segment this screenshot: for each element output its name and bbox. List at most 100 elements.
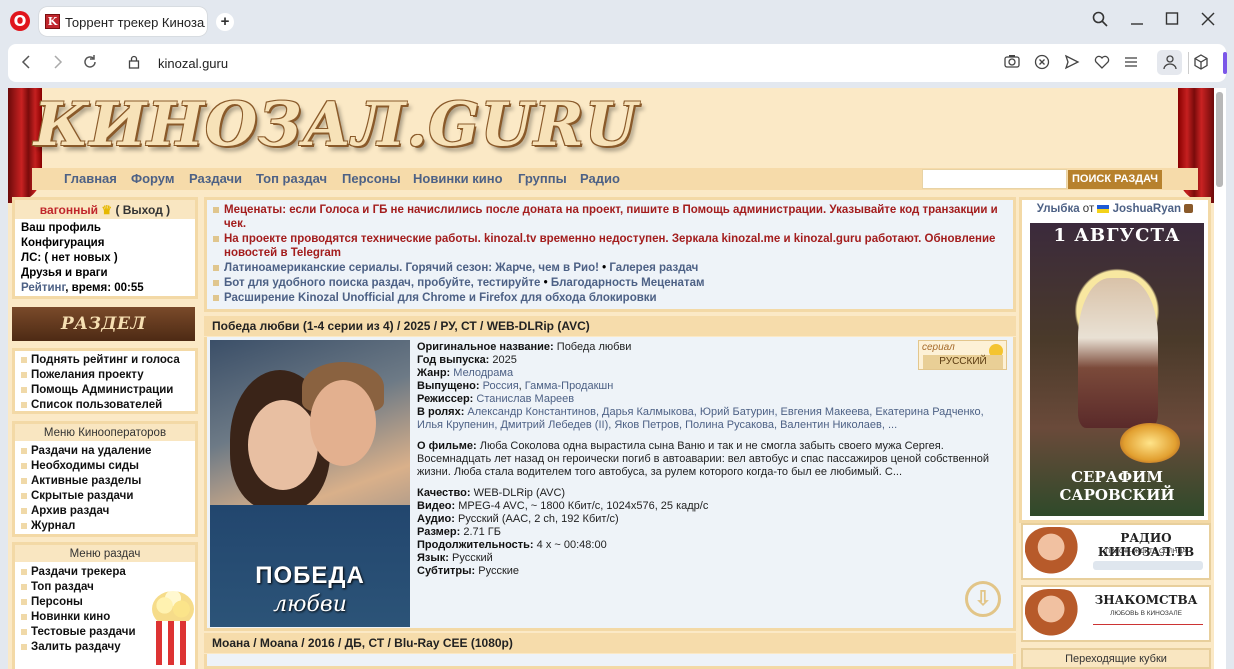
operators-item[interactable]: Скрытые раздачи (21, 489, 189, 504)
rating-link[interactable]: Рейтинг (21, 282, 65, 294)
notice-gallery-link[interactable]: Галерея раздач (609, 262, 698, 274)
logout-link[interactable]: ( Выход ) (115, 203, 170, 217)
operators-item[interactable]: Активные разделы (21, 474, 189, 489)
patron-link-wishes[interactable]: Пожелания проекту (21, 368, 189, 383)
series-badge: сериал РУССКИЙ (918, 340, 1007, 370)
field-label: О фильме: (417, 440, 477, 452)
scrollbar-thumb[interactable] (1216, 92, 1223, 187)
profile-link[interactable]: Ваш профиль (21, 221, 189, 236)
notice-bot-link[interactable]: Бот для удобного поиска раздач, пробуйте… (224, 277, 540, 289)
menu-new-movies[interactable]: Новинки кино (413, 171, 503, 186)
maximize-icon[interactable] (1161, 11, 1183, 32)
config-link[interactable]: Конфигурация (21, 236, 189, 251)
notice-maintenance[interactable]: На проекте проводятся технические работы… (213, 232, 1007, 260)
field-label: В ролях: (417, 406, 465, 418)
user-box: вагонный ♛ ( Выход ) Ваш профиль Конфигу… (12, 197, 198, 299)
page-scrollbar[interactable] (1216, 92, 1223, 667)
studio-link[interactable]: Гамма-Продакшн (525, 380, 614, 392)
messages-link[interactable]: ЛС: ( нет новых ) (21, 251, 189, 266)
field-label: Режиссер: (417, 393, 474, 405)
dating-banner[interactable]: ЗНАКОМСТВА ЛЮБОВЬ В КИНОЗАЛЕ (1021, 585, 1211, 642)
web-page: КИНОЗАЛ.GURU Главная Форум Раздачи Топ р… (8, 88, 1226, 669)
patrons-banner[interactable]: РАЗДЕЛ МЕЦЕНАТОВ (12, 307, 195, 368)
menu-groups[interactable]: Группы (518, 171, 567, 186)
opera-logo-icon[interactable]: O (10, 11, 30, 31)
cast-links[interactable]: Александр Константинов, Дарья Калмыкова,… (417, 406, 984, 431)
country-link[interactable]: Россия (483, 380, 519, 392)
release-title[interactable]: Победа любви (1-4 серии из 4) / 2025 / Р… (204, 316, 1016, 336)
send-icon[interactable] (1062, 54, 1082, 73)
menu-icon[interactable] (1121, 54, 1141, 73)
kinozal-favicon-icon: K (45, 14, 60, 29)
adblock-icon[interactable] (1032, 54, 1052, 73)
extensions-icon[interactable] (1191, 54, 1211, 73)
menu-home[interactable]: Главная (64, 171, 117, 186)
back-icon[interactable] (16, 54, 36, 75)
new-tab-button[interactable]: + (216, 13, 234, 31)
operators-title: Меню Кинооператоров (15, 424, 195, 441)
profile-icon[interactable] (1157, 50, 1182, 75)
news-notices: Меценаты: если Голоса и ГБ не начислилис… (204, 197, 1016, 312)
menu-persons[interactable]: Персоны (342, 171, 401, 186)
from-text: от (1082, 203, 1095, 215)
field-label: Продолжительность: (417, 539, 534, 551)
time-text: , время: 00:55 (65, 282, 144, 294)
browser-tab-bar: O K Торрент трекер Кинозал. + (0, 0, 1234, 44)
director-link[interactable]: Станислав Мареев (476, 393, 574, 405)
site-logo[interactable]: КИНОЗАЛ.GURU (34, 90, 638, 160)
patron-link-rating[interactable]: Поднять рейтинг и голоса (21, 353, 189, 368)
lock-icon[interactable] (127, 55, 141, 69)
icon-date: 1 АВГУСТА (1053, 225, 1181, 246)
dating-title: ЗНАКОМСТВА (1094, 593, 1198, 607)
operators-item[interactable]: Раздачи на удаление (21, 444, 189, 459)
menu-forum[interactable]: Форум (131, 171, 174, 186)
menu-releases[interactable]: Раздачи (189, 171, 242, 186)
menu-top[interactable]: Топ раздач (256, 171, 327, 186)
notice-thanks-link[interactable]: Благодарность Меценатам (551, 277, 705, 289)
heartbeat-line (1093, 624, 1203, 634)
patrons-box: Поднять рейтинг и голоса Пожелания проек… (12, 348, 198, 414)
search-button[interactable]: ПОИСК РАЗДАЧ (1068, 170, 1162, 189)
url-input[interactable]: kinozal.guru (158, 56, 228, 71)
releases-menu-title: Меню раздач (15, 545, 195, 562)
radio-banner[interactable]: РАДИО КИНОЗАЛ.ТВ ПИЛОТ - ЖДИТЕ СОЛНЦА (1021, 523, 1211, 580)
camera-icon[interactable] (1002, 54, 1022, 71)
heart-icon[interactable] (1092, 54, 1112, 73)
patron-link-help[interactable]: Помощь Администрации (21, 383, 189, 398)
close-window-icon[interactable] (1197, 11, 1219, 32)
field-label: Оригинальное название: (417, 341, 554, 353)
bullet: • (543, 277, 548, 289)
smile-label[interactable]: Улыбка (1037, 203, 1080, 215)
release-poster[interactable]: ПОБЕДА любви (210, 340, 410, 627)
release-card: ПОБЕДА любви Оригинальное название: Побе… (204, 337, 1016, 631)
operators-item[interactable]: Необходимы сиды (21, 459, 189, 474)
operators-item[interactable]: Архив раздач (21, 504, 189, 519)
minimize-icon[interactable] (1126, 11, 1148, 32)
icon-saint-name: СЕРАФИМ САРОВСКИЙ (1059, 468, 1175, 504)
sidebar-accent (1223, 52, 1227, 74)
notice-extension[interactable]: Расширение Kinozal Unofficial для Chrome… (213, 291, 1007, 305)
username[interactable]: вагонный (40, 203, 98, 217)
genre-link[interactable]: Мелодрама (453, 367, 513, 379)
notice-series: Латиноамериканские сериалы. Горячий сезо… (213, 261, 1007, 275)
search-tabs-icon[interactable] (1089, 11, 1111, 32)
patron-link-users[interactable]: Список пользователей (21, 398, 189, 413)
releases-menu-item[interactable]: Раздачи трекера (21, 565, 189, 580)
browser-tab[interactable]: K Торрент трекер Кинозал. (39, 7, 207, 36)
orthodox-icon-image[interactable]: 1 АВГУСТА СЕРАФИМ САРОВСКИЙ (1030, 223, 1204, 516)
bullet: • (602, 262, 607, 274)
search-input[interactable] (922, 169, 1067, 189)
release-title[interactable]: Моана / Moana / 2016 / ДБ, СТ / Blu-Ray … (204, 633, 1016, 653)
operators-item[interactable]: Журнал (21, 519, 189, 534)
reload-icon[interactable] (80, 54, 100, 75)
field-label: Аудио: (417, 513, 455, 525)
smile-user[interactable]: JoshuaRyan (1113, 203, 1181, 215)
menu-radio[interactable]: Радио (580, 171, 620, 186)
field-value: MPEG-4 AVC, ~ 1800 Кбит/с, 1024x576, 25 … (458, 500, 709, 512)
field-value: 2.71 ГБ (463, 526, 501, 538)
notice-series-link[interactable]: Латиноамериканские сериалы. Горячий сезо… (224, 262, 599, 274)
download-icon[interactable]: ⇩ (965, 581, 1001, 617)
notice-patrons[interactable]: Меценаты: если Голоса и ГБ не начислилис… (213, 203, 1007, 231)
forward-icon[interactable] (48, 54, 68, 75)
friends-link[interactable]: Друзья и враги (21, 266, 189, 281)
